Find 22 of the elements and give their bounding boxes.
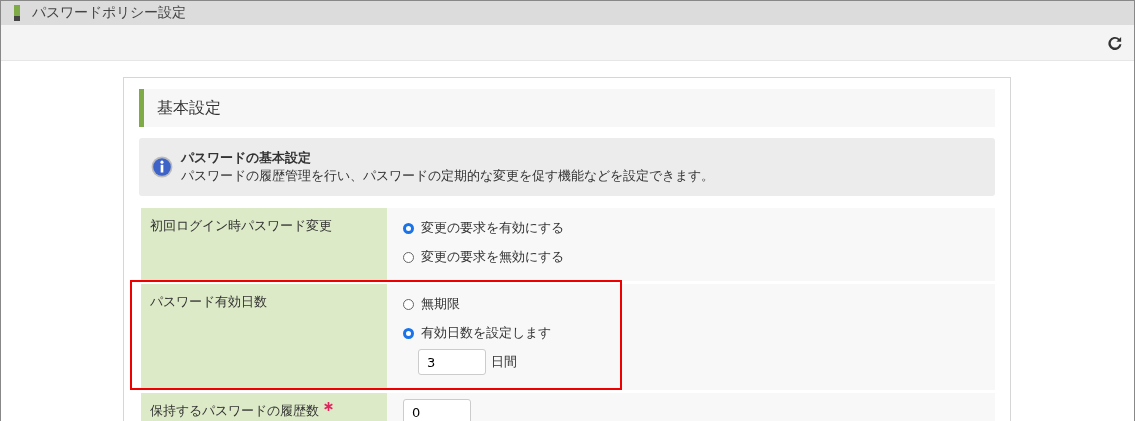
radio-label: 変更の要求を無効にする — [421, 248, 564, 266]
radio-label: 変更の要求を有効にする — [421, 219, 564, 237]
unit-label: 日間 — [491, 353, 517, 371]
number-input[interactable]: 0 — [403, 399, 471, 421]
required-asterisk-icon — [324, 402, 333, 411]
field-label: パスワード有効日数 — [150, 294, 267, 309]
info-icon — [151, 156, 173, 178]
reload-icon[interactable] — [1108, 35, 1122, 50]
window-title: パスワードポリシー設定 — [32, 4, 186, 22]
radio-label: 有効日数を設定します — [421, 324, 551, 342]
radio-button[interactable] — [403, 251, 414, 263]
number-input[interactable]: 3 — [418, 349, 486, 375]
field-label: 初回ログイン時パスワード変更 — [150, 218, 332, 233]
radio-button[interactable] — [403, 298, 414, 310]
field-label: 保持するパスワードの履歴数 — [150, 403, 319, 418]
radio-button[interactable] — [403, 222, 414, 234]
radio-button[interactable] — [403, 327, 414, 339]
section-title: 基本設定 — [157, 97, 221, 119]
info-text: パスワードの履歴管理を行い、パスワードの定期的な変更を促す機能などを設定できます。 — [181, 167, 714, 185]
info-title: パスワードの基本設定 — [181, 149, 312, 167]
title-marker-icon — [14, 5, 20, 21]
radio-label: 無期限 — [421, 295, 460, 313]
